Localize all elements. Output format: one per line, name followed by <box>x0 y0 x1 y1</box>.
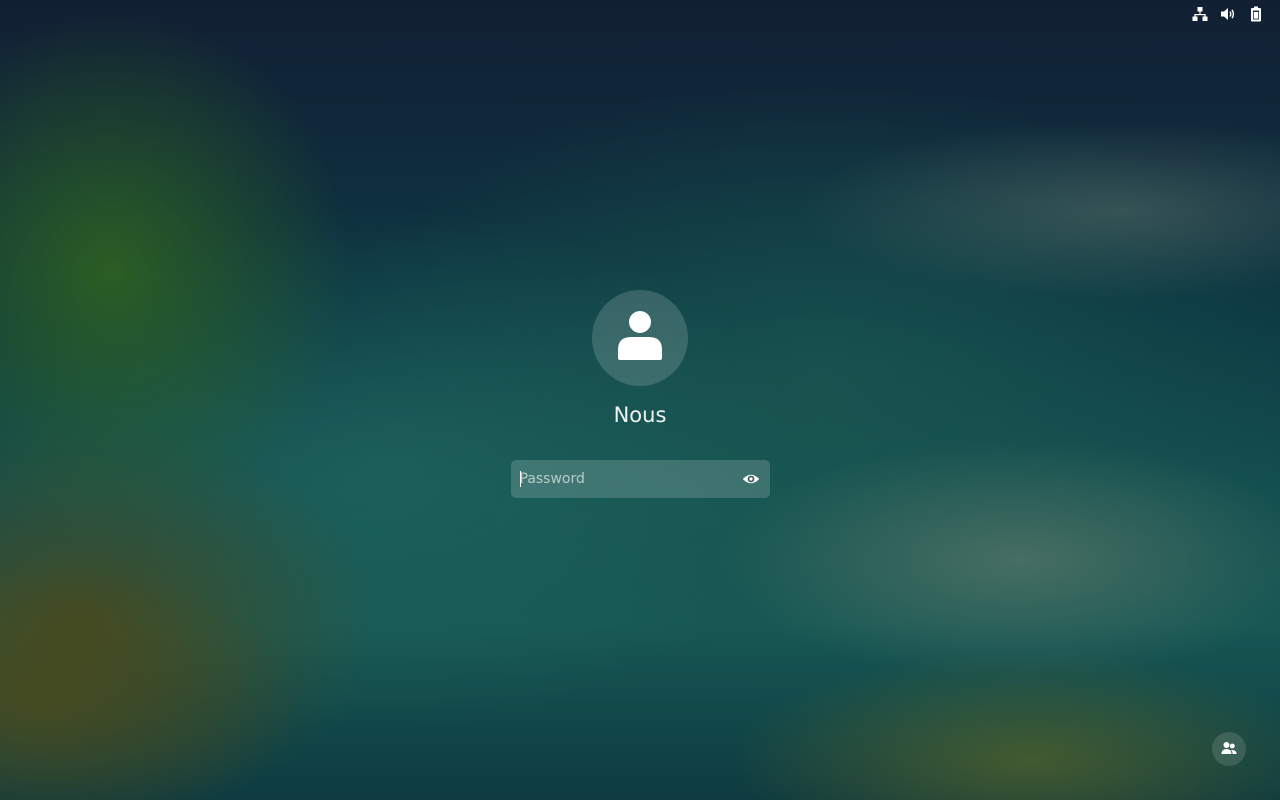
switch-user-button[interactable] <box>1212 732 1246 766</box>
switch-user-icon <box>1221 740 1237 759</box>
eye-icon <box>742 470 760 489</box>
user-avatar-icon <box>616 310 664 366</box>
user-name: Nous <box>613 403 667 427</box>
battery-icon[interactable] <box>1248 6 1264 22</box>
network-wired-icon[interactable] <box>1192 6 1208 22</box>
text-cursor <box>519 471 521 487</box>
user-avatar[interactable] <box>592 290 688 386</box>
system-tray <box>1192 0 1280 28</box>
password-input[interactable] <box>510 461 730 497</box>
lock-screen: Nous <box>0 0 1280 800</box>
reveal-password-button[interactable] <box>742 470 760 488</box>
password-field[interactable] <box>510 460 770 498</box>
volume-icon[interactable] <box>1220 6 1236 22</box>
login-panel: Nous <box>0 290 1280 498</box>
